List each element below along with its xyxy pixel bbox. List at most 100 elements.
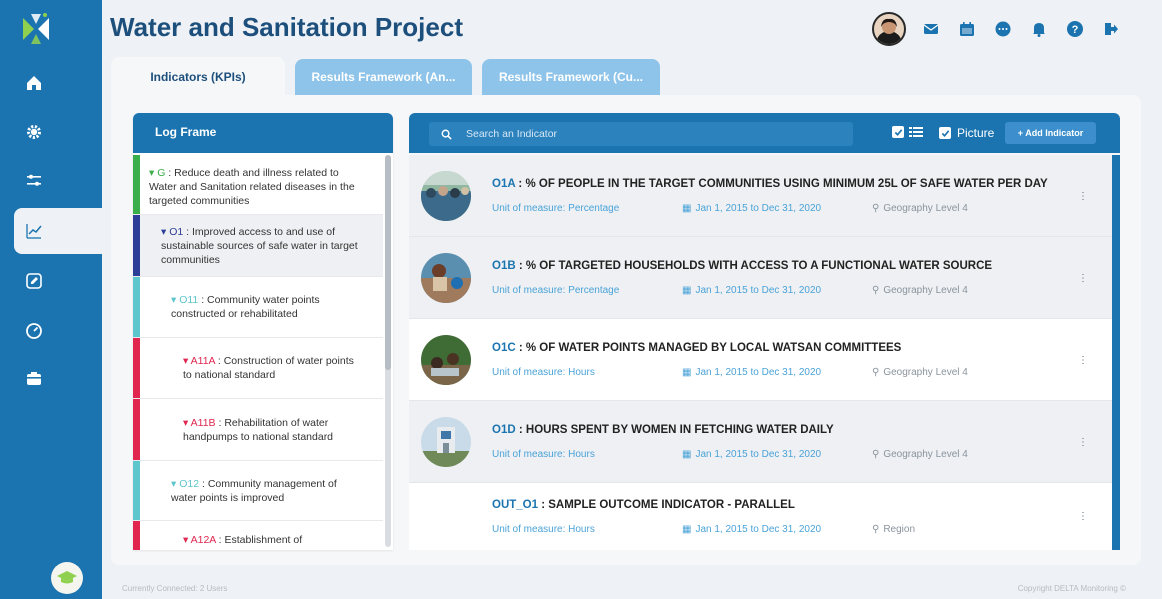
indicator-title[interactable]: O1D : HOURS SPENT BY WOMEN IN FETCHING W… — [492, 424, 834, 436]
geography-text: Geography Level 4 — [883, 367, 968, 378]
app-logo[interactable] — [21, 12, 51, 46]
picture-toggle[interactable]: Picture — [939, 126, 994, 140]
indicator-title[interactable]: O1B : % OF TARGETED HOUSEHOLDS WITH ACCE… — [492, 260, 992, 272]
indicator-name: % OF WATER POINTS MANAGED BY LOCAL WATSA… — [525, 342, 902, 354]
item-code: A12A — [190, 534, 216, 546]
sidebar-item-edit[interactable] — [0, 258, 102, 304]
logframe-item-g[interactable]: ▾ G : Reduce death and illness related t… — [133, 155, 383, 215]
logframe-item-text: ▾ O1 : Improved access to and use of sus… — [161, 225, 361, 267]
sidebar-item-documents[interactable] — [0, 356, 102, 402]
indicator-row[interactable]: O1C : % OF WATER POINTS MANAGED BY LOCAL… — [409, 319, 1112, 401]
level-bar — [133, 521, 140, 550]
logframe-item-o11[interactable]: ▾ O11 : Community water points construct… — [133, 277, 383, 338]
gear-icon — [27, 125, 41, 139]
logout-button[interactable] — [1100, 18, 1122, 40]
geography: ⚲ Geography Level 4 — [872, 367, 968, 378]
logframe-scrollbar-thumb[interactable] — [385, 155, 391, 370]
header-toolbar: ? — [872, 12, 1122, 46]
calendar-icon: ▦ — [682, 203, 692, 214]
calendar-icon: ▦ — [682, 449, 692, 460]
date-range-text: Jan 1, 2015 to Dec 31, 2020 — [695, 367, 822, 378]
date-range: ▦ Jan 1, 2015 to Dec 31, 2020 — [682, 367, 821, 378]
indicator-row[interactable]: O1A : % OF PEOPLE IN THE TARGET COMMUNIT… — [409, 155, 1112, 237]
date-range-text: Jan 1, 2015 to Dec 31, 2020 — [695, 285, 822, 296]
list-view-toggle[interactable] — [892, 126, 923, 138]
sidebar-item-filters[interactable] — [0, 157, 102, 203]
indicator-code: O1C — [492, 342, 516, 354]
item-description: Reduce death and illness related to Wate… — [149, 167, 355, 207]
chart-line-icon — [26, 224, 42, 239]
sidebar-item-settings[interactable] — [0, 109, 102, 155]
tab-indicators[interactable]: Indicators (KPIs) — [111, 57, 285, 97]
indicator-row[interactable]: O1D : HOURS SPENT BY WOMEN IN FETCHING W… — [409, 401, 1112, 483]
calendar-icon: ▦ — [682, 524, 692, 535]
logframe-item-a11a[interactable]: ▾ A11A : Construction of water points to… — [133, 338, 383, 399]
item-separator: : — [215, 534, 225, 546]
logframe-item-o12[interactable]: ▾ O12 : Community management of water po… — [133, 461, 383, 521]
caret-down-icon: ▾ — [171, 478, 177, 490]
caret-down-icon: ▾ — [161, 226, 167, 238]
geography-text: Geography Level 4 — [883, 449, 968, 460]
geography: ⚲ Geography Level 4 — [872, 203, 968, 214]
logframe-item-o1[interactable]: ▾ O1 : Improved access to and use of sus… — [133, 215, 383, 277]
geography: ⚲ Region — [872, 524, 915, 535]
calendar-button[interactable] — [956, 18, 978, 40]
caret-down-icon: ▾ — [183, 534, 189, 546]
item-code: O11 — [179, 294, 199, 306]
indicator-row[interactable]: O1B : % OF TARGETED HOUSEHOLDS WITH ACCE… — [409, 237, 1112, 319]
indicator-code: O1B — [492, 260, 516, 272]
logframe-item-text: ▾ A12A : Establishment of — [183, 533, 363, 547]
training-button[interactable] — [51, 562, 83, 594]
avatar[interactable] — [872, 12, 906, 46]
indicators-scrollbar[interactable] — [1112, 155, 1120, 550]
more-options-icon[interactable]: ⋮ — [1076, 435, 1090, 449]
tab-results-framework-cu[interactable]: Results Framework (Cu... — [482, 59, 660, 95]
more-options-icon[interactable]: ⋮ — [1076, 271, 1090, 285]
location-pin-icon: ⚲ — [872, 367, 880, 378]
search-icon — [441, 129, 452, 140]
checkbox[interactable] — [892, 126, 904, 138]
page-title: Water and Sanitation Project — [110, 12, 463, 42]
item-code: A11A — [190, 355, 215, 367]
checkbox[interactable] — [939, 127, 951, 139]
caret-down-icon: ▾ — [183, 417, 189, 429]
gauge-icon — [26, 323, 42, 339]
list-icon — [909, 127, 923, 137]
add-indicator-button[interactable]: + Add Indicator — [1005, 122, 1096, 144]
sidebar-item-dashboard[interactable] — [0, 308, 102, 354]
logframe-item-a11b[interactable]: ▾ A11B : Rehabilitation of water handpum… — [133, 399, 383, 461]
date-range: ▦ Jan 1, 2015 to Dec 31, 2020 — [682, 524, 821, 535]
copyright-text: Copyright DELTA Monitoring © — [1017, 584, 1126, 593]
indicator-toolbar: Picture + Add Indicator — [409, 113, 1120, 153]
level-bar — [133, 461, 140, 520]
mail-button[interactable] — [920, 18, 942, 40]
logframe-item-text: ▾ A11A : Construction of water points to… — [183, 354, 363, 382]
more-options-icon[interactable]: ⋮ — [1076, 509, 1090, 523]
date-range: ▦ Jan 1, 2015 to Dec 31, 2020 — [682, 449, 821, 460]
mail-icon — [923, 24, 939, 34]
notifications-button[interactable] — [1028, 18, 1050, 40]
indicator-code: OUT_O1 — [492, 499, 539, 511]
search-box[interactable] — [429, 122, 853, 146]
tab-results-framework-an[interactable]: Results Framework (An... — [295, 59, 472, 95]
unit-of-measure: Unit of measure: Hours — [492, 449, 595, 460]
chat-button[interactable] — [992, 18, 1014, 40]
logframe-item-text: ▾ G : Reduce death and illness related t… — [149, 166, 369, 208]
more-options-icon[interactable]: ⋮ — [1076, 353, 1090, 367]
caret-down-icon: ▾ — [183, 355, 189, 367]
sidebar-item-home[interactable] — [0, 60, 102, 106]
help-button[interactable]: ? — [1064, 18, 1086, 40]
help-icon: ? — [1067, 21, 1083, 37]
search-input[interactable] — [466, 128, 826, 140]
indicator-row[interactable]: OUT_O1 : SAMPLE OUTCOME INDICATOR - PARA… — [409, 483, 1112, 550]
more-options-icon[interactable]: ⋮ — [1076, 189, 1090, 203]
geography-text: Region — [883, 524, 916, 535]
date-range: ▦ Jan 1, 2015 to Dec 31, 2020 — [682, 285, 821, 296]
chat-icon — [995, 21, 1011, 37]
geography-text: Geography Level 4 — [883, 285, 968, 296]
indicator-title[interactable]: O1C : % OF WATER POINTS MANAGED BY LOCAL… — [492, 342, 901, 354]
sidebar-item-indicators[interactable] — [14, 208, 102, 254]
indicator-title[interactable]: OUT_O1 : SAMPLE OUTCOME INDICATOR - PARA… — [492, 499, 795, 511]
indicator-title[interactable]: O1A : % OF PEOPLE IN THE TARGET COMMUNIT… — [492, 178, 1048, 190]
logframe-item-a12a[interactable]: ▾ A12A : Establishment of — [133, 521, 383, 550]
